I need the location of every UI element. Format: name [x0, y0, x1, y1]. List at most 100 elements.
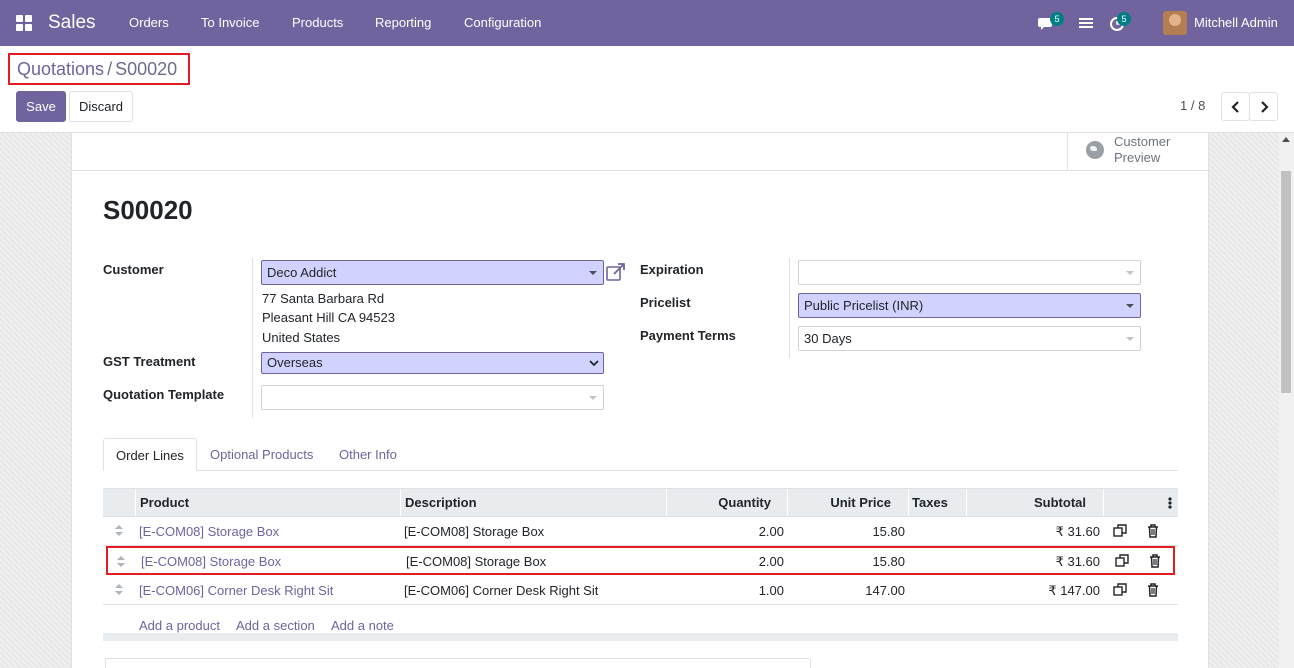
- payment-terms-value: 30 Days: [804, 331, 852, 346]
- breadcrumb: Quotations / S00020: [8, 53, 190, 85]
- customer-preview-button[interactable]: Customer Preview: [1067, 133, 1208, 171]
- column-separator: [966, 489, 967, 516]
- form-content-area: Customer Preview S00020 Customer Deco Ad…: [0, 133, 1294, 668]
- table-row[interactable]: [E-COM06] Corner Desk Right Sit [E-COM06…: [103, 576, 1178, 605]
- left-group-divider: [252, 258, 253, 418]
- customer-address-line1: 77 Santa Barbara Rd: [262, 291, 385, 306]
- vertical-scrollbar[interactable]: [1279, 133, 1294, 668]
- quotation-template-caret-icon: [589, 396, 597, 400]
- drag-handle-icon[interactable]: [115, 584, 123, 596]
- payment-terms-caret-icon: [1126, 337, 1134, 341]
- optional-columns-icon[interactable]: [1167, 496, 1173, 510]
- column-header-description[interactable]: Description: [405, 495, 477, 510]
- column-separator: [908, 489, 909, 516]
- breadcrumb-current: S00020: [115, 59, 178, 79]
- column-header-taxes[interactable]: Taxes: [912, 495, 948, 510]
- apps-menu-icon[interactable]: [16, 15, 32, 31]
- customer-address-line2: Pleasant Hill CA 94523: [262, 310, 395, 325]
- form-statusbar: Customer Preview: [72, 133, 1208, 171]
- row-description[interactable]: [E-COM08] Storage Box: [406, 554, 546, 569]
- add-product-link[interactable]: Add a product: [139, 618, 220, 633]
- save-button[interactable]: Save: [16, 91, 66, 122]
- drag-handle-icon[interactable]: [115, 525, 123, 537]
- user-avatar[interactable]: [1163, 11, 1187, 35]
- pricelist-label: Pricelist: [640, 295, 691, 310]
- trash-icon[interactable]: [1147, 583, 1159, 597]
- expiration-caret-icon: [1126, 271, 1134, 275]
- pricelist-field[interactable]: Public Pricelist (INR): [798, 293, 1141, 318]
- chevron-right-icon: [1261, 101, 1269, 113]
- trash-icon[interactable]: [1149, 554, 1161, 568]
- add-note-link[interactable]: Add a note: [331, 618, 394, 633]
- expiration-field[interactable]: [798, 260, 1141, 285]
- column-separator: [1103, 489, 1104, 516]
- chevron-left-icon: [1231, 101, 1239, 113]
- gst-treatment-select[interactable]: Overseas: [261, 352, 604, 374]
- add-section-link[interactable]: Add a section: [236, 618, 315, 633]
- tab-optional-products[interactable]: Optional Products: [198, 438, 325, 471]
- drag-handle-icon[interactable]: [117, 556, 125, 568]
- top-navbar: Sales Orders To Invoice Products Reporti…: [0, 0, 1294, 46]
- customer-field[interactable]: Deco Addict: [261, 260, 604, 285]
- menu-products[interactable]: Products: [292, 15, 343, 30]
- table-row[interactable]: [E-COM08] Storage Box [E-COM08] Storage …: [103, 517, 1178, 546]
- globe-icon: [1086, 141, 1104, 159]
- column-header-unit-price[interactable]: Unit Price: [830, 495, 891, 510]
- column-header-quantity[interactable]: Quantity: [718, 495, 771, 510]
- terms-and-conditions-field[interactable]: [105, 658, 811, 668]
- duplicate-line-icon[interactable]: [1113, 583, 1127, 597]
- pager-previous-button[interactable]: [1221, 92, 1250, 121]
- scroll-up-arrow-icon[interactable]: [1282, 137, 1290, 142]
- pricelist-caret-icon: [1126, 304, 1134, 308]
- activity-list-icon[interactable]: [1077, 14, 1095, 32]
- column-header-product[interactable]: Product: [140, 495, 189, 510]
- menu-configuration[interactable]: Configuration: [464, 15, 541, 30]
- row-subtotal: ₹ 31.60: [1055, 524, 1100, 539]
- quotation-template-field[interactable]: [261, 385, 604, 410]
- breadcrumb-quotations-link[interactable]: Quotations: [17, 59, 104, 79]
- row-description[interactable]: [E-COM06] Corner Desk Right Sit: [404, 583, 598, 598]
- tab-other-info[interactable]: Other Info: [327, 438, 409, 471]
- row-quantity[interactable]: 1.00: [759, 583, 784, 598]
- activities-count-badge: 5: [1117, 12, 1131, 26]
- quotation-template-label: Quotation Template: [103, 387, 225, 402]
- breadcrumb-separator: /: [107, 59, 113, 79]
- row-unit-price[interactable]: 15.80: [872, 554, 905, 569]
- row-description[interactable]: [E-COM08] Storage Box: [404, 524, 544, 539]
- payment-terms-field[interactable]: 30 Days: [798, 326, 1141, 351]
- column-separator: [400, 489, 401, 516]
- row-quantity[interactable]: 2.00: [759, 524, 784, 539]
- row-unit-price[interactable]: 147.00: [865, 583, 905, 598]
- table-row-highlighted[interactable]: [E-COM08] Storage Box [E-COM08] Storage …: [106, 546, 1175, 575]
- form-sheet: Customer Preview S00020 Customer Deco Ad…: [71, 133, 1209, 668]
- pricelist-value: Public Pricelist (INR): [804, 298, 924, 313]
- app-name[interactable]: Sales: [48, 12, 96, 34]
- record-title: S00020: [103, 195, 193, 225]
- payment-terms-label: Payment Terms: [640, 328, 736, 343]
- tab-order-lines[interactable]: Order Lines: [103, 438, 197, 471]
- row-product[interactable]: [E-COM08] Storage Box: [139, 524, 279, 539]
- trash-icon[interactable]: [1147, 524, 1159, 538]
- pager-value[interactable]: 1 / 8: [1180, 98, 1205, 113]
- menu-to-invoice[interactable]: To Invoice: [201, 15, 260, 30]
- row-product[interactable]: [E-COM06] Corner Desk Right Sit: [139, 583, 333, 598]
- scrollbar-thumb[interactable]: [1281, 171, 1291, 393]
- duplicate-line-icon[interactable]: [1115, 554, 1129, 568]
- control-panel: Quotations / S00020 Save Discard 1 / 8: [0, 46, 1294, 133]
- column-separator: [666, 489, 667, 516]
- menu-orders[interactable]: Orders: [129, 15, 169, 30]
- row-product[interactable]: [E-COM08] Storage Box: [141, 554, 281, 569]
- messages-count-badge: 5: [1050, 12, 1064, 26]
- discard-button[interactable]: Discard: [69, 91, 133, 122]
- row-quantity[interactable]: 2.00: [759, 554, 784, 569]
- duplicate-line-icon[interactable]: [1113, 524, 1127, 538]
- row-subtotal: ₹ 147.00: [1048, 583, 1100, 598]
- table-footer: [103, 633, 1178, 641]
- external-link-icon[interactable]: [606, 263, 626, 281]
- menu-reporting[interactable]: Reporting: [375, 15, 431, 30]
- column-header-subtotal[interactable]: Subtotal: [1034, 495, 1086, 510]
- user-name[interactable]: Mitchell Admin: [1194, 15, 1278, 30]
- pager-next-button[interactable]: [1249, 92, 1278, 121]
- customer-label: Customer: [103, 262, 164, 277]
- row-unit-price[interactable]: 15.80: [872, 524, 905, 539]
